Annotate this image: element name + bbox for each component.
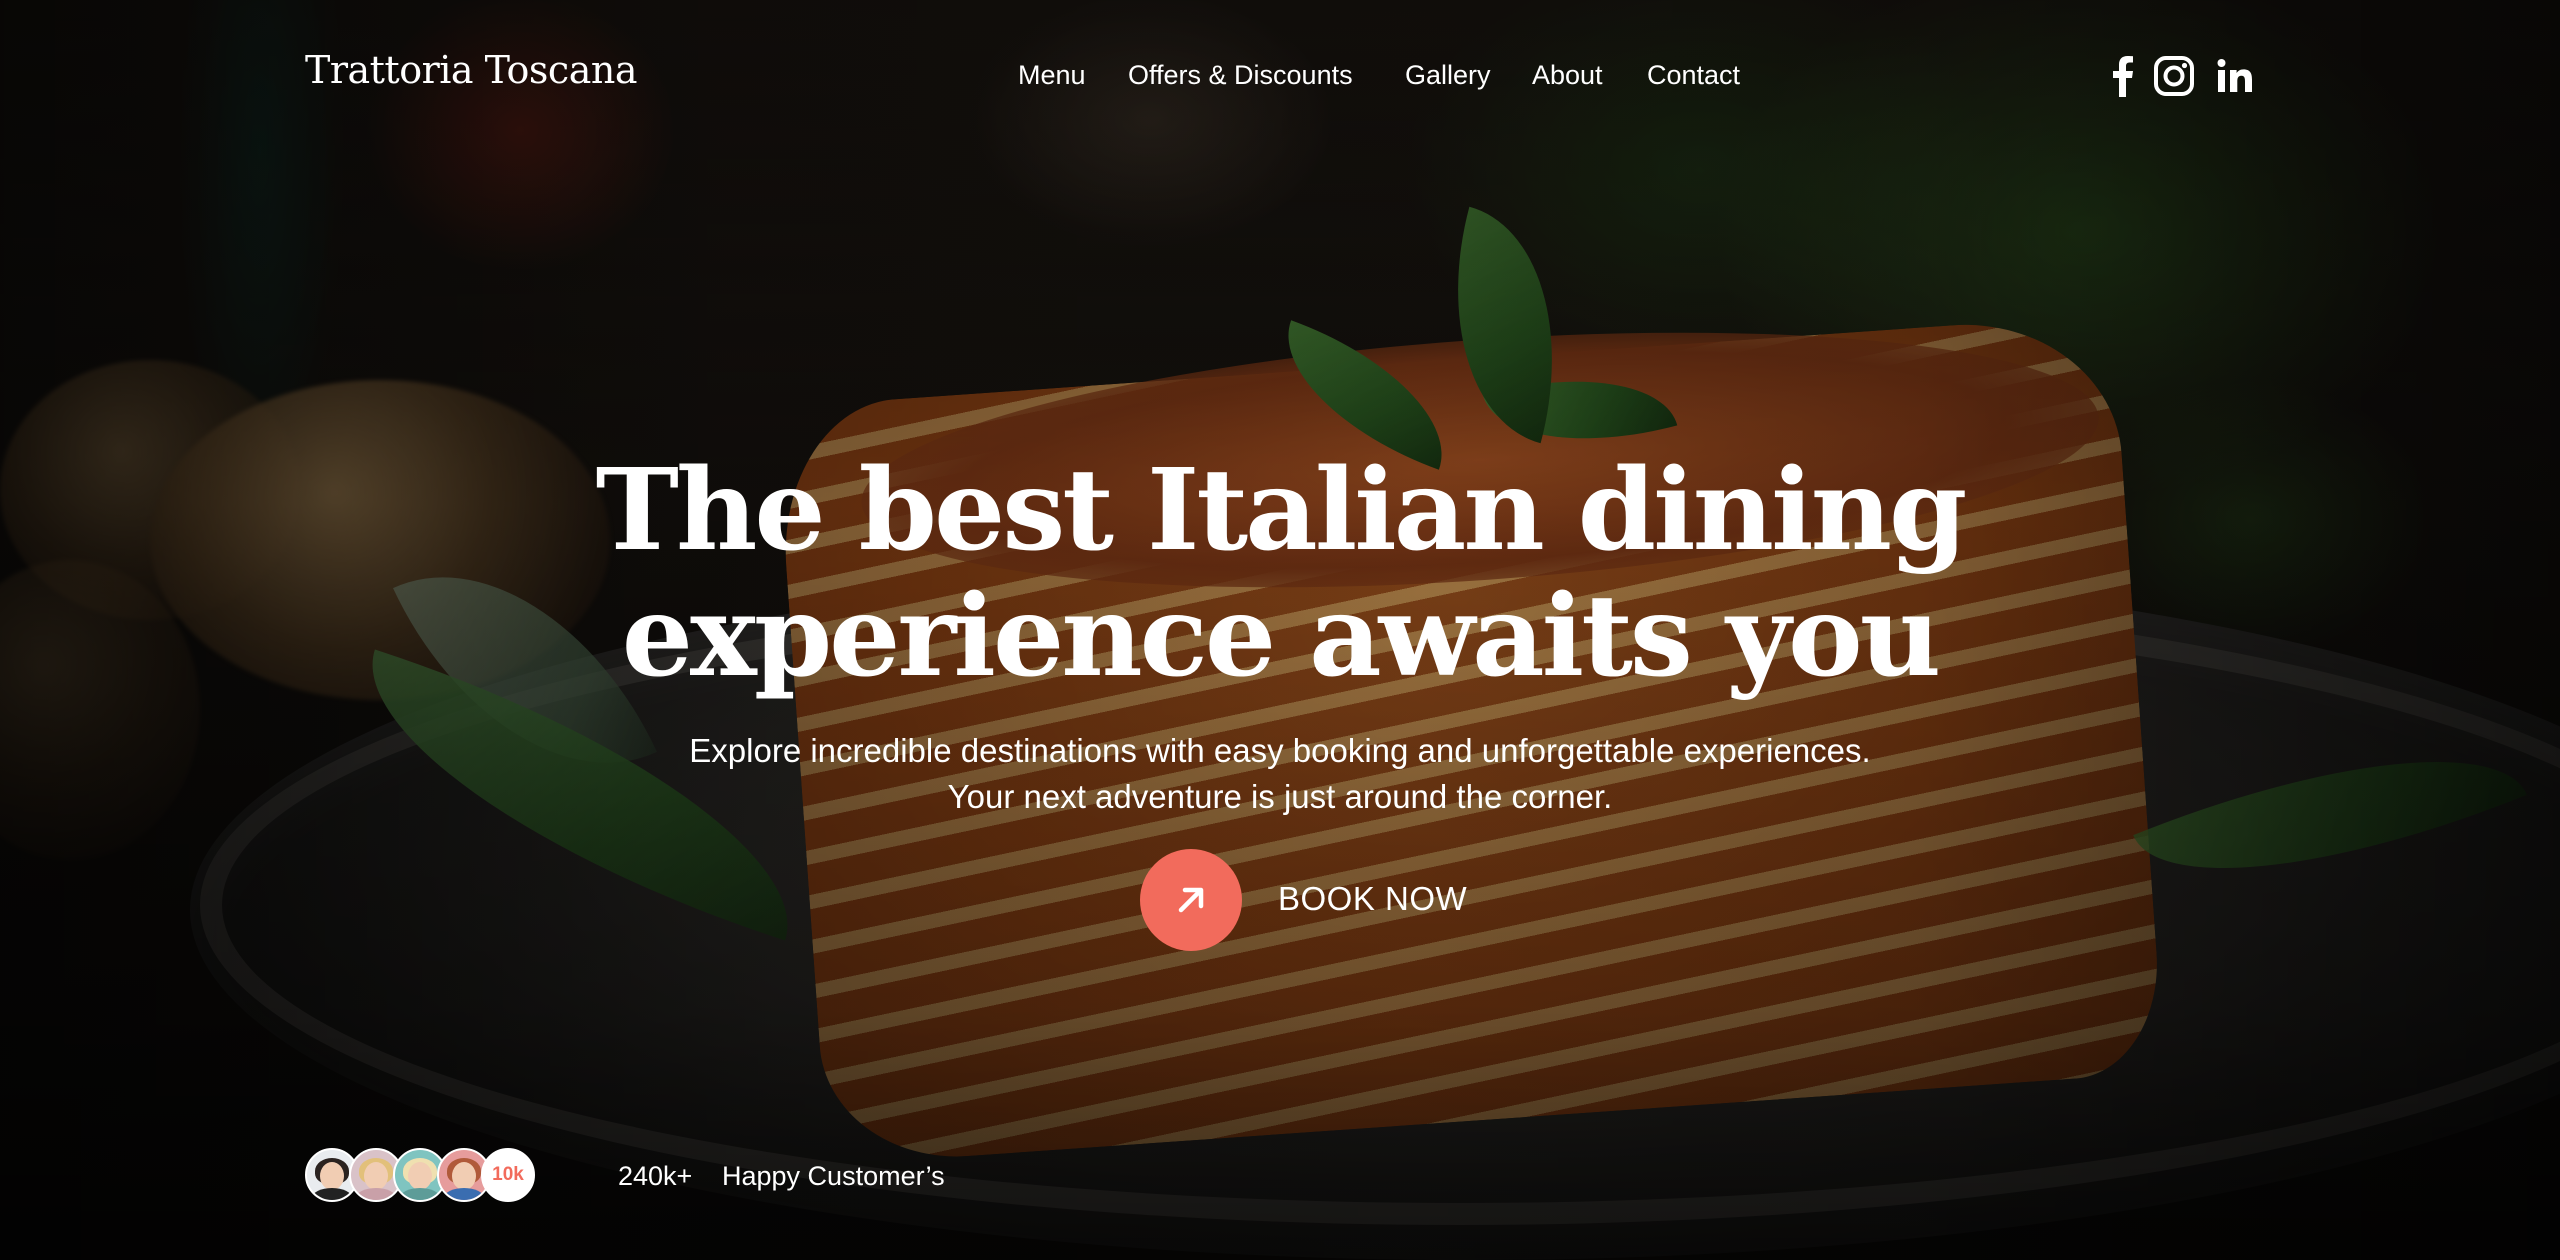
facebook-icon[interactable] bbox=[2100, 54, 2144, 98]
hero-subtitle: Explore incredible destinations with eas… bbox=[480, 728, 2080, 820]
instagram-icon[interactable] bbox=[2152, 54, 2196, 98]
nav-item-gallery[interactable]: Gallery bbox=[1405, 60, 1491, 91]
hero-title: The best Italian dining experience await… bbox=[480, 448, 2080, 700]
customers-count: 240k+ bbox=[618, 1161, 693, 1191]
customers-label: Happy Customer’s bbox=[722, 1161, 945, 1191]
nav-item-menu[interactable]: Menu bbox=[1018, 60, 1086, 91]
nav-item-contact[interactable]: Contact bbox=[1647, 60, 1740, 91]
hero-subtitle-line-2: Your next adventure is just around the c… bbox=[947, 778, 1613, 815]
hero-title-line-2: experience awaits you bbox=[621, 571, 1941, 702]
landing-page: Trattoria Toscana Menu Offers & Discount… bbox=[0, 0, 2560, 1260]
nav-item-about[interactable]: About bbox=[1532, 60, 1603, 91]
hero-subtitle-line-1: Explore incredible destinations with eas… bbox=[689, 732, 1871, 769]
book-now-label[interactable]: BOOK NOW bbox=[1278, 880, 1467, 918]
arrow-up-right-icon bbox=[1178, 887, 1204, 913]
customer-avatars: 10k bbox=[305, 1148, 535, 1204]
avatar-count-badge: 10k bbox=[481, 1148, 535, 1202]
hero-title-line-1: The best Italian dining bbox=[595, 445, 1968, 576]
nav-item-offers[interactable]: Offers & Discounts bbox=[1128, 60, 1353, 91]
book-now-button[interactable] bbox=[1140, 849, 1242, 951]
linkedin-icon[interactable] bbox=[2213, 54, 2257, 98]
